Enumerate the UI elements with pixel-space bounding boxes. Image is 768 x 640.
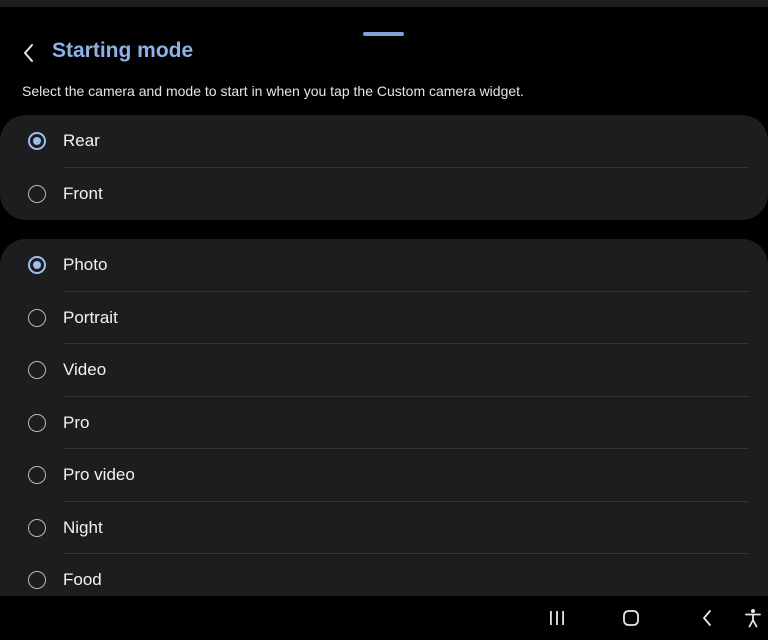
option-label: Photo	[63, 255, 108, 275]
radio-option-night[interactable]: Night	[0, 502, 768, 554]
radio-button[interactable]	[28, 413, 46, 432]
radio-button[interactable]	[28, 518, 46, 537]
page-title: Starting mode	[52, 39, 194, 62]
option-label: Rear	[63, 131, 100, 151]
description-text: Select the camera and mode to start in w…	[22, 83, 524, 99]
nav-back-button[interactable]	[692, 603, 722, 633]
radio-button[interactable]	[28, 571, 46, 590]
status-strip	[0, 0, 768, 7]
home-button[interactable]	[616, 603, 646, 633]
back-icon	[703, 610, 711, 626]
radio-option-rear[interactable]: Rear	[0, 115, 768, 168]
starting-mode-screen: Starting mode Select the camera and mode…	[0, 0, 768, 640]
option-label: Portrait	[63, 307, 118, 327]
radio-option-pro-video[interactable]: Pro video	[0, 449, 768, 502]
option-label: Pro video	[63, 465, 135, 485]
mode-options-card: Photo Portrait Video Pro Pro video Night	[0, 239, 768, 619]
chevron-left-icon	[24, 44, 33, 62]
option-label: Night	[63, 517, 103, 537]
radio-option-portrait[interactable]: Portrait	[0, 292, 768, 344]
camera-options-card: Rear Front	[0, 115, 768, 220]
system-navigation-bar	[0, 596, 768, 640]
back-button[interactable]	[14, 38, 44, 68]
radio-button-selected[interactable]	[28, 132, 46, 151]
radio-button[interactable]	[28, 184, 46, 203]
radio-option-front[interactable]: Front	[0, 168, 768, 221]
option-label: Food	[63, 570, 102, 590]
option-label: Pro	[63, 412, 90, 432]
radio-option-pro[interactable]: Pro	[0, 397, 768, 449]
accessibility-button[interactable]	[738, 603, 768, 633]
radio-option-video[interactable]: Video	[0, 344, 768, 397]
radio-button[interactable]	[28, 361, 46, 380]
header: Starting mode	[0, 30, 768, 74]
recent-apps-icon	[550, 611, 564, 625]
home-icon	[623, 610, 639, 626]
accessibility-icon	[745, 609, 761, 628]
option-label: Front	[63, 183, 103, 203]
option-label: Video	[63, 360, 107, 380]
radio-option-photo[interactable]: Photo	[0, 239, 768, 292]
radio-button-selected[interactable]	[28, 256, 46, 275]
radio-button[interactable]	[28, 308, 46, 327]
recent-apps-button[interactable]	[542, 603, 572, 633]
radio-button[interactable]	[28, 466, 46, 485]
